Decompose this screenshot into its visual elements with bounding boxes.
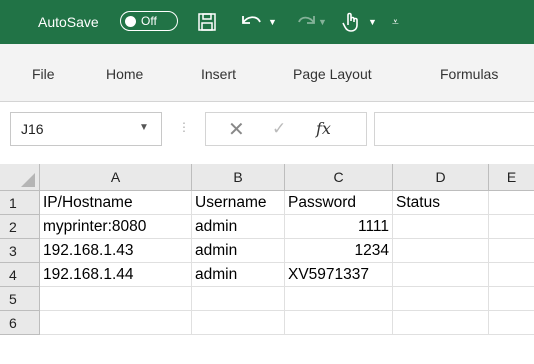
ribbon-tabs: File Home Insert Page Layout Formulas	[0, 44, 534, 102]
enter-icon[interactable]: ✓	[272, 119, 286, 139]
chevron-down-icon[interactable]: ▼	[139, 122, 149, 133]
autosave-label: AutoSave	[38, 14, 99, 30]
autosave-toggle[interactable]: Off	[120, 11, 178, 31]
row-header-3[interactable]: 3	[0, 239, 40, 263]
row-header-4[interactable]: 4	[0, 263, 40, 287]
tab-page-layout[interactable]: Page Layout	[293, 66, 372, 82]
worksheet-grid: A B C D E 1 2 3 4 5 6 IP/Hostname Userna…	[0, 164, 534, 364]
autosave-state: Off	[141, 14, 157, 28]
cell-a1[interactable]: IP/Hostname	[40, 191, 192, 215]
cell-d6[interactable]	[393, 311, 489, 335]
column-header-d[interactable]: D	[393, 164, 489, 191]
cancel-icon[interactable]: ✕	[228, 117, 245, 142]
toggle-knob	[125, 15, 136, 27]
redo-dropdown-icon[interactable]: ▼	[318, 0, 327, 44]
title-bar: AutoSave Off ▼ ▼ ▼ ⩡	[0, 0, 534, 44]
cell-e5[interactable]	[489, 287, 534, 311]
cell-e6[interactable]	[489, 311, 534, 335]
cell-b5[interactable]	[192, 287, 285, 311]
touch-dropdown-icon[interactable]: ▼	[368, 0, 377, 44]
cell-c5[interactable]	[285, 287, 393, 311]
name-box[interactable]: J16 ▼	[10, 112, 162, 146]
column-header-b[interactable]: B	[192, 164, 285, 191]
cell-c3[interactable]: 1234	[285, 239, 393, 263]
touch-mode-icon[interactable]	[340, 0, 362, 44]
cell-b1[interactable]: Username	[192, 191, 285, 215]
select-all-icon	[21, 173, 35, 187]
column-header-c[interactable]: C	[285, 164, 393, 191]
cell-a2[interactable]: myprinter:8080	[40, 215, 192, 239]
cell-d4[interactable]	[393, 263, 489, 287]
select-all-button[interactable]	[0, 164, 40, 191]
tab-home[interactable]: Home	[106, 66, 143, 82]
cell-e1[interactable]	[489, 191, 534, 215]
cell-b4[interactable]: admin	[192, 263, 285, 287]
tab-insert[interactable]: Insert	[201, 66, 236, 82]
cell-a5[interactable]	[40, 287, 192, 311]
cell-a3[interactable]: 192.168.1.43	[40, 239, 192, 263]
cell-e3[interactable]	[489, 239, 534, 263]
cell-e4[interactable]	[489, 263, 534, 287]
column-header-a[interactable]: A	[40, 164, 192, 191]
row-header-1[interactable]: 1	[0, 191, 40, 215]
name-box-value: J16	[21, 121, 44, 137]
cell-d5[interactable]	[393, 287, 489, 311]
formula-buttons: ✕ ✓ fx	[205, 112, 367, 146]
row-header-5[interactable]: 5	[0, 287, 40, 311]
undo-dropdown-icon[interactable]: ▼	[268, 0, 277, 44]
cell-c1[interactable]: Password	[285, 191, 393, 215]
formula-bar-grip-icon: ⋮	[178, 120, 190, 134]
cell-c2[interactable]: 1111	[285, 215, 393, 239]
cell-e2[interactable]	[489, 215, 534, 239]
redo-icon[interactable]	[296, 0, 318, 44]
row-header-6[interactable]: 6	[0, 311, 40, 335]
cell-c6[interactable]	[285, 311, 393, 335]
formula-input[interactable]	[374, 112, 534, 146]
cell-d1[interactable]: Status	[393, 191, 489, 215]
tab-file[interactable]: File	[32, 66, 55, 82]
cell-a6[interactable]	[40, 311, 192, 335]
cell-d2[interactable]	[393, 215, 489, 239]
column-header-e[interactable]: E	[489, 164, 534, 191]
cell-a4[interactable]: 192.168.1.44	[40, 263, 192, 287]
row-header-2[interactable]: 2	[0, 215, 40, 239]
customize-toolbar-icon[interactable]: ⩡	[392, 0, 399, 44]
undo-icon[interactable]	[240, 0, 264, 44]
cell-b2[interactable]: admin	[192, 215, 285, 239]
cell-b6[interactable]	[192, 311, 285, 335]
tab-formulas[interactable]: Formulas	[440, 66, 498, 82]
cell-c4[interactable]: XV5971337	[285, 263, 393, 287]
insert-function-icon[interactable]: fx	[316, 119, 331, 138]
cell-d3[interactable]	[393, 239, 489, 263]
cell-b3[interactable]: admin	[192, 239, 285, 263]
save-icon[interactable]	[197, 0, 217, 44]
